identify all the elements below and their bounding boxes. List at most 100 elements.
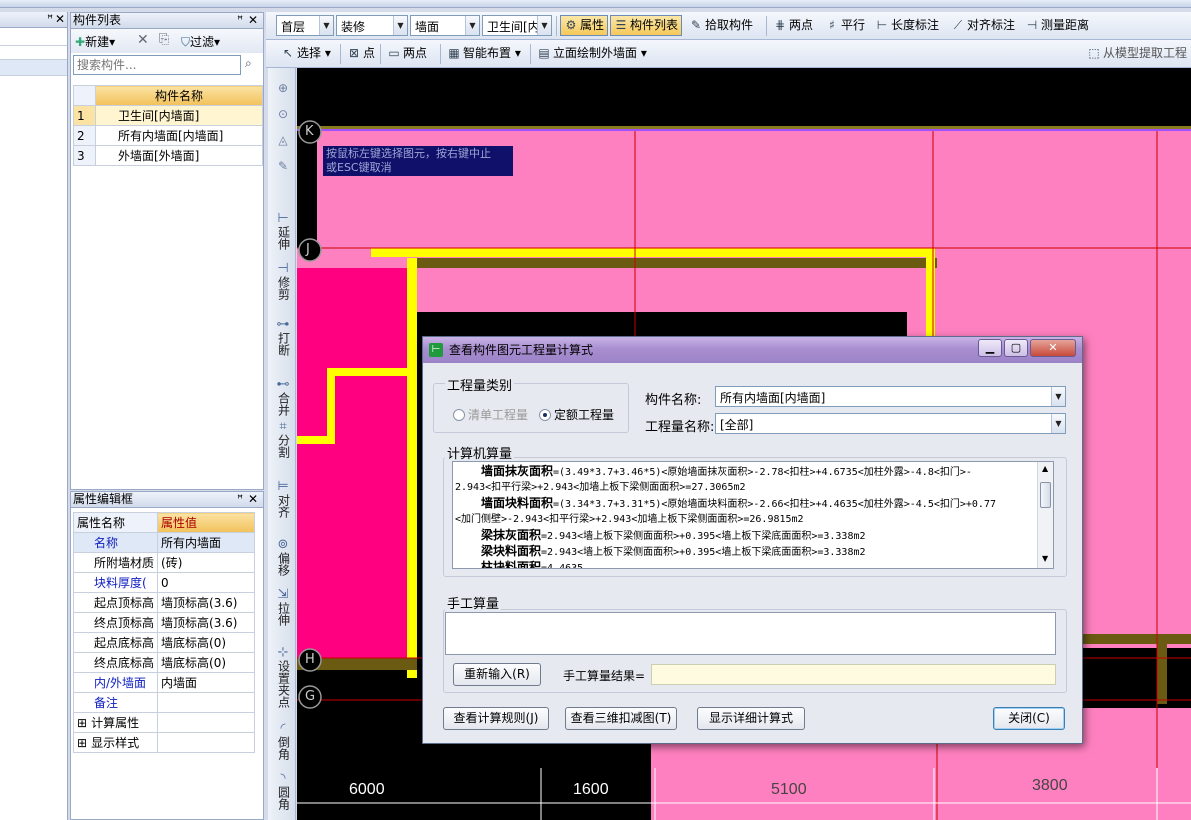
two-points-draw-button[interactable]: ▭ 两点 <box>384 43 430 64</box>
component-list-title: 构件列表 <box>73 13 122 27</box>
extract-from-model-button[interactable]: ⬚ 从模型提取工程 <box>1084 43 1190 64</box>
tool-3[interactable]: ⊶ 打断 <box>270 318 296 359</box>
calc-line: <加门侧壁>-2.943<扣平行梁>+2.943<加墙上板下梁侧面面积>=26.… <box>455 514 804 525</box>
property-row[interactable]: 内/外墙面 内墙面 <box>72 672 255 693</box>
property-row[interactable]: 终点底标高 墙底标高(0) <box>72 652 255 673</box>
table-row[interactable]: 3 外墙面[外墙面] <box>73 145 263 166</box>
close-icon[interactable]: ✕ <box>248 13 258 28</box>
component-table: 构件名称 1 卫生间[内墙面] 2 所有内墙面[内墙面] 3 外墙面[外墙面] <box>73 85 263 166</box>
calc-result-text[interactable]: 柱块料面积=4.4635 梁块料面积=2.943<墙上板下梁侧面面积>+0.395… <box>452 461 1054 569</box>
category-select[interactable]: 装修 ▼ <box>336 15 408 36</box>
facade-wall-button[interactable]: ▤ 立面绘制外墙面 ▾ <box>534 43 650 64</box>
close-window-button[interactable]: ✕ <box>1030 339 1076 357</box>
scroll-thumb[interactable] <box>1040 482 1051 508</box>
tool-4[interactable]: ⊷ 合并 <box>270 378 296 419</box>
filter-button[interactable]: ⛉过滤▾ <box>181 33 220 50</box>
property-row[interactable]: 起点顶标高 墙顶标高(3.6) <box>72 592 255 613</box>
tool-1[interactable]: ⊢ 延伸 <box>270 212 296 253</box>
tool-8[interactable]: ⇲ 拉伸 <box>270 588 296 629</box>
grid-icon: ▦ <box>448 46 460 60</box>
align-dim-button[interactable]: ⟋ 对齐标注 <box>948 15 1018 36</box>
select-button[interactable]: ↖ 选择 ▾ <box>278 43 334 64</box>
show-detail-button[interactable]: 显示详细计算式 <box>697 707 805 730</box>
floor-select[interactable]: 首层 ▼ <box>276 15 334 36</box>
comp-name-select[interactable]: 所有内墙面[内墙面] ▼ <box>715 386 1066 407</box>
dimension-label: 3800 <box>1032 777 1068 794</box>
length-dim-button[interactable]: ⊢ 长度标注 <box>872 15 942 36</box>
tool-icon: ⊚ <box>277 537 289 552</box>
expand-icon[interactable]: ⊞ <box>77 716 87 730</box>
property-row[interactable]: 终点顶标高 墙顶标高(3.6) <box>72 612 255 633</box>
calc-line: 墙面块料面积=(3.34*3.7+3.31*5)<原始墙面块料面积>-2.66<… <box>481 496 996 510</box>
pin-icon[interactable]: ꟸ <box>237 13 243 28</box>
scroll-down-icon[interactable]: ▼ <box>1042 554 1048 563</box>
tool-icon: ⌗ <box>279 419 287 434</box>
component-list-button[interactable]: ☰ 构件列表 <box>610 15 683 36</box>
close-button[interactable]: 关闭(C) <box>993 707 1065 730</box>
property-button[interactable]: ⚙ 属性 <box>560 15 609 36</box>
axis-label-j: J <box>306 242 310 257</box>
left-nav-selected-row[interactable] <box>0 60 67 76</box>
tool-5[interactable]: ⌗ 分割 <box>270 420 296 461</box>
tool-10[interactable]: ◜ 倒角 <box>270 722 296 763</box>
two-points-button[interactable]: ⋕ 两点 <box>770 15 816 36</box>
smart-layout-button[interactable]: ▦ 智能布置 ▾ <box>444 43 524 64</box>
table-row[interactable]: 1 卫生间[内墙面] <box>73 105 263 126</box>
property-row[interactable]: ⊞ 显示样式 <box>72 732 255 753</box>
reinput-button[interactable]: 重新输入(R) <box>453 663 541 686</box>
expand-icon[interactable]: ⊞ <box>77 736 87 750</box>
tool-icon[interactable]: ⊙ <box>270 108 296 121</box>
search-input[interactable] <box>73 55 241 75</box>
wall-icon: ▤ <box>538 46 550 60</box>
property-row[interactable]: ⊞ 计算属性 <box>72 712 255 733</box>
dialog-titlebar[interactable]: ⊢ 查看构件图元工程量计算式 ▁ ▢ ✕ <box>423 337 1082 363</box>
table-row[interactable]: 2 所有内墙面[内墙面] <box>73 125 263 146</box>
property-row[interactable]: 备注 <box>72 692 255 713</box>
close-icon[interactable]: ✕ <box>248 492 258 507</box>
component-list-panel: 构件列表 ꟸ ✕ ✚新建▾ ✕ ⎘ ⛉过滤▾ ⌕ 构件名称 1卫生间[内墙面] 2所… <box>70 12 264 490</box>
two-points-icon: ⋕ <box>774 18 786 32</box>
pin-icon[interactable]: ꟸ <box>237 492 243 507</box>
parallel-button[interactable]: ♯ 平行 <box>822 15 868 36</box>
tool-9[interactable]: ⊹ 设置夹点 <box>270 646 296 711</box>
left-nav-title: ꟸ ✕ <box>0 12 67 28</box>
maximize-button[interactable]: ▢ <box>1004 339 1028 357</box>
property-row[interactable]: 块料厚度(0 <box>72 572 255 593</box>
component-select[interactable]: 卫生间[内 ▼ <box>482 15 552 36</box>
tool-icon[interactable]: ✎ <box>270 160 296 173</box>
pick-component-button[interactable]: ✎ 拾取构件 <box>686 15 756 36</box>
minimize-button[interactable]: ▁ <box>978 339 1002 357</box>
measure-button[interactable]: ⊣ 测量距离 <box>1022 15 1092 36</box>
manual-result-field[interactable] <box>651 664 1056 685</box>
tool-icon[interactable]: ◬ <box>270 134 296 147</box>
radio-icon <box>453 409 465 421</box>
line-icon: ▭ <box>388 46 400 60</box>
axis-label-g: G <box>305 689 316 704</box>
view-3d-button[interactable]: 查看三维扣减图(T) <box>565 707 677 730</box>
tool-11[interactable]: ◝ 圆角 <box>270 772 296 813</box>
delete-icon[interactable]: ✕ <box>137 32 149 48</box>
measure-icon: ⊣ <box>1026 18 1038 32</box>
property-row[interactable]: 名称 所有内墙面 <box>72 532 255 553</box>
radio-selected-icon <box>539 409 551 421</box>
type-select[interactable]: 墙面 ▼ <box>410 15 480 36</box>
copy-icon[interactable]: ⎘ <box>159 32 169 47</box>
view-rules-button[interactable]: 查看计算规则(J) <box>443 707 549 730</box>
tool-icon[interactable]: ⊕ <box>270 82 296 95</box>
property-row[interactable]: 所附墙材质 (砖) <box>72 552 255 573</box>
extract-icon: ⬚ <box>1088 46 1100 60</box>
tool-6[interactable]: ⊨ 对齐 <box>270 480 296 521</box>
tool-7[interactable]: ⊚ 偏移 <box>270 538 296 579</box>
manual-input[interactable] <box>445 612 1056 655</box>
scroll-up-icon[interactable]: ▲ <box>1042 464 1048 473</box>
search-icon[interactable]: ⌕ <box>245 56 252 71</box>
length-dim-icon: ⊢ <box>876 18 888 32</box>
property-row[interactable]: 起点底标高 墙底标高(0) <box>72 632 255 653</box>
column-header[interactable]: 构件名称 <box>95 85 263 106</box>
qty-name-select[interactable]: [全部] ▼ <box>715 413 1066 434</box>
scrollbar[interactable]: ▲ ▼ <box>1037 462 1053 568</box>
radio-quota-qty[interactable]: 定额工程量 <box>539 406 614 423</box>
new-button[interactable]: ✚新建▾ <box>75 33 115 50</box>
point-button[interactable]: ⊠ 点 <box>344 43 378 64</box>
tool-2[interactable]: ⊣ 修剪 <box>270 262 296 303</box>
